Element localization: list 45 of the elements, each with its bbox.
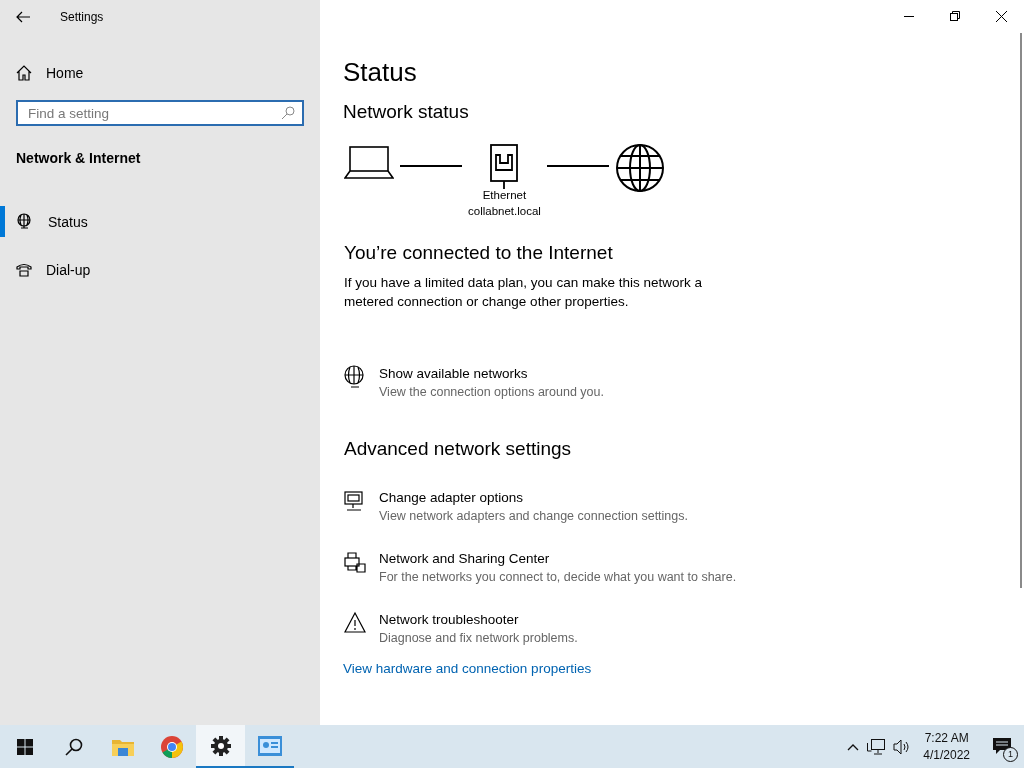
option-link[interactable]: Network and Sharing Center bbox=[379, 550, 550, 567]
laptop-icon bbox=[344, 143, 394, 179]
warning-icon bbox=[343, 611, 367, 635]
notification-icon[interactable] bbox=[992, 736, 1012, 757]
adapter-label: Ethernet bbox=[481, 188, 528, 203]
windows-logo-icon bbox=[16, 738, 33, 755]
chevron-up-icon[interactable] bbox=[847, 742, 860, 751]
clock[interactable]: 7:22 AM 4/1/2022 bbox=[923, 729, 970, 764]
option-description: For the networks you connect to, decide what you want to share. bbox=[379, 569, 737, 586]
globe-icon bbox=[614, 143, 665, 193]
printer-icon bbox=[343, 550, 367, 574]
search-field[interactable]: Find a setting bbox=[16, 100, 304, 126]
connection-heading: You’re connected to the Internet bbox=[344, 241, 614, 265]
section-heading: Network status bbox=[343, 100, 470, 124]
ethernet-port-icon bbox=[489, 143, 520, 189]
sidebar-item[interactable]: Dial-up bbox=[0, 254, 320, 285]
option-description: Diagnose and fix network problems. bbox=[379, 630, 578, 647]
control-panel-icon bbox=[257, 735, 282, 756]
section-heading: Advanced network settings bbox=[344, 437, 573, 461]
home-icon bbox=[16, 65, 32, 81]
network-label: collabnet.local bbox=[468, 204, 541, 219]
globe-monitor-icon bbox=[343, 365, 367, 389]
phone-icon bbox=[16, 261, 32, 278]
browser-logo-icon bbox=[160, 735, 183, 758]
option-description: View the connection options around you. bbox=[379, 384, 604, 401]
sidebar-item[interactable]: Status bbox=[0, 206, 320, 237]
speaker-icon[interactable] bbox=[893, 738, 912, 755]
option-description: View network adapters and change connection settings. bbox=[379, 508, 688, 525]
section-heading: Network & Internet bbox=[16, 150, 142, 166]
option-link[interactable]: Network troubleshooter bbox=[379, 611, 519, 628]
search-icon bbox=[64, 737, 83, 756]
option-link[interactable]: Change adapter options bbox=[379, 489, 524, 506]
taskbar-button[interactable] bbox=[196, 725, 245, 768]
window-title: Settings bbox=[60, 9, 104, 24]
search-icon bbox=[281, 106, 295, 120]
globe-monitor-icon bbox=[16, 212, 34, 231]
folder-icon bbox=[111, 737, 134, 756]
connection-description: If you have a limited data plan, you can make this network a metered connection or change other properties. bbox=[344, 274, 703, 311]
home-link[interactable]: Home bbox=[16, 57, 84, 89]
gear-icon bbox=[210, 735, 231, 756]
page-title: Status bbox=[343, 56, 418, 88]
back-arrow-icon[interactable] bbox=[16, 10, 30, 23]
network-icon[interactable] bbox=[867, 738, 886, 755]
option-link[interactable]: Show available networks bbox=[379, 365, 528, 382]
properties-link[interactable]: View hardware and connection properties bbox=[343, 661, 592, 676]
